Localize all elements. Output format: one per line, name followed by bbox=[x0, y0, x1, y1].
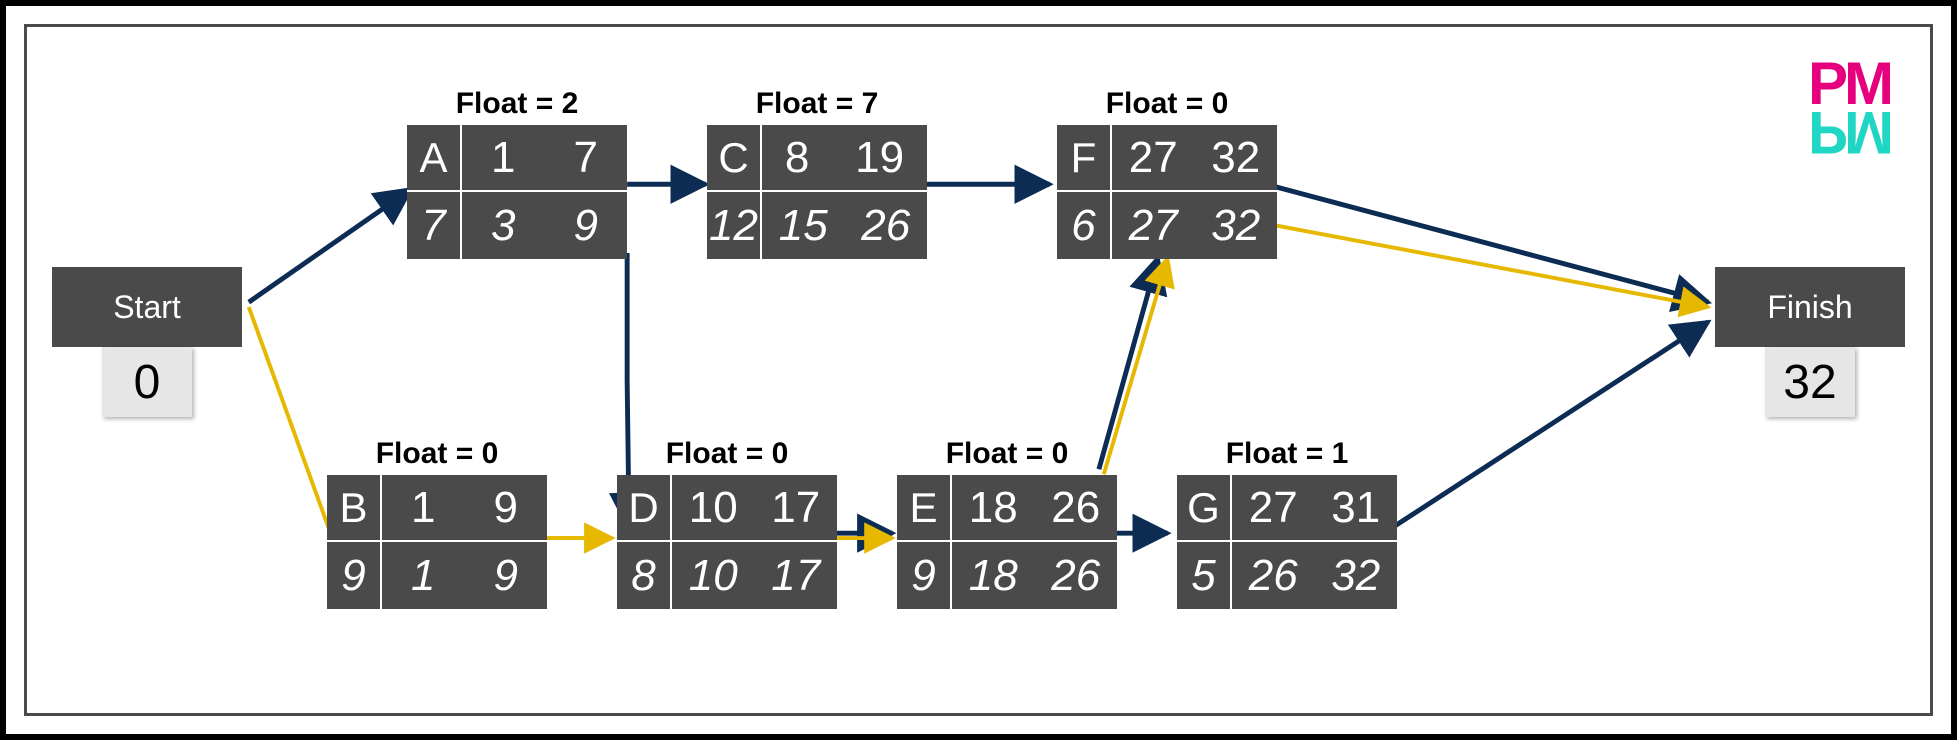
ls-lf-G: 2632 bbox=[1232, 542, 1397, 609]
es-ef-E: 1826 bbox=[952, 475, 1117, 542]
es-ef-D: 1017 bbox=[672, 475, 837, 542]
float-E: Float = 0 bbox=[897, 437, 1117, 471]
dur-G: 5 bbox=[1177, 542, 1232, 609]
float-A: Float = 2 bbox=[407, 87, 627, 121]
float-C: Float = 7 bbox=[707, 87, 927, 121]
dur-D: 8 bbox=[617, 542, 672, 609]
grid-D: D 1017 8 1017 bbox=[617, 475, 837, 609]
dur-A: 7 bbox=[407, 192, 462, 259]
node-A: Float = 2 A 17 7 39 bbox=[407, 87, 627, 259]
ls-lf-F: 2732 bbox=[1112, 192, 1277, 259]
start-label: Start bbox=[113, 289, 181, 326]
logo-icon: PM PM bbox=[1808, 57, 1890, 159]
ls-lf-E: 1826 bbox=[952, 542, 1117, 609]
dur-C: 12 bbox=[707, 192, 762, 259]
es-ef-G: 2731 bbox=[1232, 475, 1397, 542]
ls-lf-C: 1526 bbox=[762, 192, 927, 259]
node-G: Float = 1 G 2731 5 2632 bbox=[1177, 437, 1397, 609]
inner-border: Start 0 Finish 32 PM PM Float = 2 A 17 7… bbox=[24, 24, 1933, 716]
dur-B: 9 bbox=[327, 542, 382, 609]
ls-lf-A: 39 bbox=[462, 192, 627, 259]
dur-F: 6 bbox=[1057, 192, 1112, 259]
grid-E: E 1826 9 1826 bbox=[897, 475, 1117, 609]
ls-lf-D: 1017 bbox=[672, 542, 837, 609]
float-G: Float = 1 bbox=[1177, 437, 1397, 471]
es-ef-A: 17 bbox=[462, 125, 627, 192]
name-D: D bbox=[617, 475, 672, 542]
name-E: E bbox=[897, 475, 952, 542]
arrows-layer bbox=[27, 27, 1930, 713]
es-ef-C: 819 bbox=[762, 125, 927, 192]
start-value: 0 bbox=[102, 347, 192, 417]
es-ef-F: 2732 bbox=[1112, 125, 1277, 192]
logo-bottom: PM bbox=[1808, 105, 1890, 159]
diagram-frame: Start 0 Finish 32 PM PM Float = 2 A 17 7… bbox=[0, 0, 1957, 740]
float-D: Float = 0 bbox=[617, 437, 837, 471]
node-C: Float = 7 C 819 12 1526 bbox=[707, 87, 927, 259]
node-D: Float = 0 D 1017 8 1017 bbox=[617, 437, 837, 609]
float-B: Float = 0 bbox=[327, 437, 547, 471]
ls-lf-B: 19 bbox=[382, 542, 547, 609]
name-G: G bbox=[1177, 475, 1232, 542]
grid-A: A 17 7 39 bbox=[407, 125, 627, 259]
name-A: A bbox=[407, 125, 462, 192]
name-B: B bbox=[327, 475, 382, 542]
node-B: Float = 0 B 19 9 19 bbox=[327, 437, 547, 609]
finish-label: Finish bbox=[1767, 289, 1852, 326]
node-E: Float = 0 E 1826 9 1826 bbox=[897, 437, 1117, 609]
dur-E: 9 bbox=[897, 542, 952, 609]
node-F: Float = 0 F 2732 6 2732 bbox=[1057, 87, 1277, 259]
name-C: C bbox=[707, 125, 762, 192]
float-F: Float = 0 bbox=[1057, 87, 1277, 121]
grid-F: F 2732 6 2732 bbox=[1057, 125, 1277, 259]
grid-G: G 2731 5 2632 bbox=[1177, 475, 1397, 609]
finish-value: 32 bbox=[1765, 347, 1855, 417]
finish-box: Finish bbox=[1715, 267, 1905, 347]
grid-B: B 19 9 19 bbox=[327, 475, 547, 609]
start-box: Start bbox=[52, 267, 242, 347]
es-ef-B: 19 bbox=[382, 475, 547, 542]
name-F: F bbox=[1057, 125, 1112, 192]
grid-C: C 819 12 1526 bbox=[707, 125, 927, 259]
